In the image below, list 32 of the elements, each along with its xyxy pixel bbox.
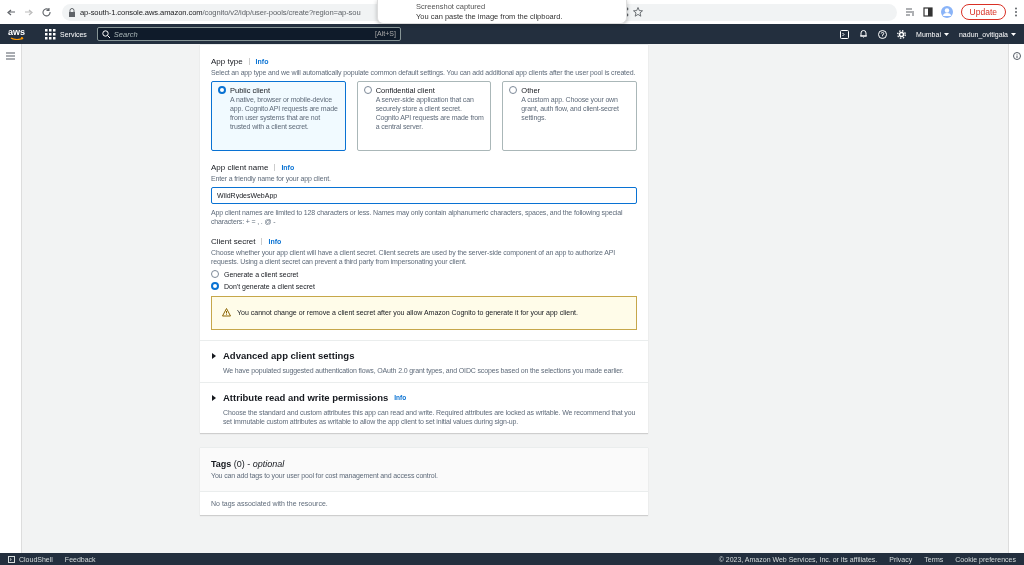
search-icon <box>101 29 111 39</box>
smile-icon <box>9 37 24 40</box>
caret-icon <box>943 32 949 36</box>
radio-button[interactable] <box>509 86 518 94</box>
warning-icon <box>222 308 231 317</box>
terminal-icon <box>8 555 15 563</box>
radio-button[interactable] <box>211 270 219 278</box>
help-icon[interactable] <box>878 29 888 39</box>
terminal-icon[interactable] <box>840 29 850 39</box>
settings-icon[interactable] <box>897 29 907 39</box>
field-label: Client secret <box>211 237 256 246</box>
radio-button[interactable] <box>218 86 226 94</box>
reload-icon[interactable] <box>42 7 52 17</box>
star-icon[interactable] <box>632 7 643 17</box>
caret-icon <box>211 394 217 401</box>
side-panel-icon[interactable] <box>922 7 933 17</box>
bell-icon[interactable] <box>859 29 869 39</box>
expandable-section-header[interactable]: Advanced app client settings <box>211 350 637 361</box>
more-icon[interactable] <box>1014 7 1018 17</box>
section-title: Tags (0) - optional <box>211 459 286 469</box>
field-label: App client name <box>211 163 269 172</box>
radio-button[interactable] <box>211 282 219 290</box>
lock-icon <box>68 7 76 17</box>
grid-icon <box>45 28 56 40</box>
caret-icon <box>1011 32 1016 36</box>
caret-icon <box>211 352 217 359</box>
radio-button[interactable] <box>363 86 372 94</box>
update-button[interactable]: Update <box>960 4 1006 20</box>
field-label: App type <box>211 57 243 66</box>
aws-logo[interactable]: aws <box>8 28 25 40</box>
info-icon[interactable] <box>1012 52 1021 60</box>
back-icon[interactable] <box>6 7 16 17</box>
